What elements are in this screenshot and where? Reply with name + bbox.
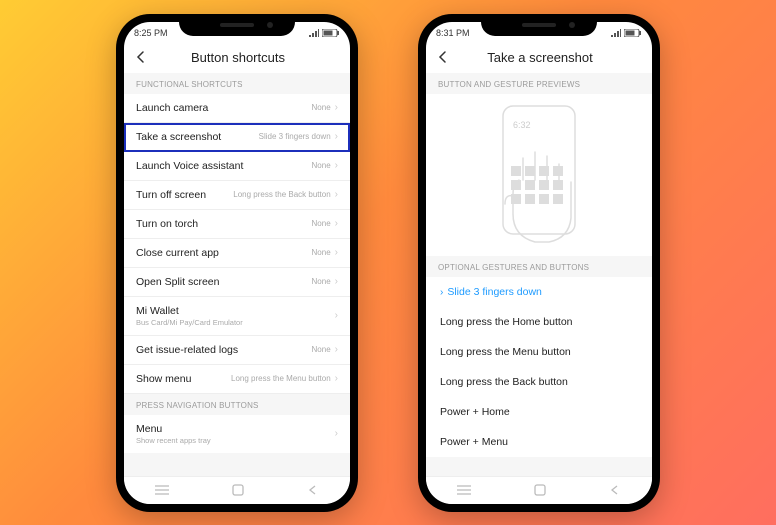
screen-left: 8:25 PM Button shortcuts FUNCTIONAL SHOR… [124,22,350,504]
nav-home-icon[interactable] [534,484,546,496]
option-label: Long press the Home button [440,316,573,328]
phone-left: 8:25 PM Button shortcuts FUNCTIONAL SHOR… [116,14,358,512]
section-functional-shortcuts: FUNCTIONAL SHORTCUTS [124,73,350,94]
row-value: None [312,277,331,287]
status-icons [309,29,340,37]
shortcut-row[interactable]: Turn off screen Long press the Back butto… [124,181,350,210]
shortcut-row[interactable]: Launch camera None › [124,94,350,123]
gesture-option[interactable]: Power + Home [426,397,652,427]
shortcut-row[interactable]: Get issue-related logs None › [124,336,350,365]
nav-menu-icon[interactable] [457,485,471,495]
row-label: Launch camera [136,102,208,114]
status-icons [611,29,642,37]
gesture-option[interactable]: › Slide 3 fingers down [426,277,652,307]
nav-back-icon[interactable] [307,484,319,496]
page-title: Take a screenshot [438,50,642,65]
shortcut-row[interactable]: Show menu Long press the Menu button › [124,365,350,394]
section-optional-gestures: OPTIONAL GESTURES AND BUTTONS [426,256,652,277]
nav-bar [124,476,350,504]
content-area: FUNCTIONAL SHORTCUTS Launch cameraNone›T… [124,73,350,476]
option-label: Power + Menu [440,436,508,448]
shortcut-row[interactable]: Mi WalletBus Card/Mi Pay/Card Emulator › [124,297,350,336]
chevron-right-icon: › [335,276,338,287]
chevron-right-icon: › [335,344,338,355]
content-area: BUTTON AND GESTURE PREVIEWS 6:32 [426,73,652,476]
status-time: 8:25 PM [134,28,168,38]
row-value: None [312,248,331,258]
option-label: Long press the Back button [440,376,568,388]
shortcut-list: Launch camera None › Take a screenshot Slide… [124,94,350,394]
page-title: Button shortcuts [136,50,340,65]
nav-home-icon[interactable] [232,484,244,496]
row-label: Menu [136,423,211,435]
chevron-right-icon: › [335,189,338,200]
row-value: None [312,219,331,229]
shortcut-row[interactable]: Close current app None › [124,239,350,268]
gesture-option-list: › Slide 3 fingers down Long press the Home… [426,277,652,457]
notch [179,14,295,36]
row-value: None [312,345,331,355]
status-time: 8:31 PM [436,28,470,38]
nav-button-list: MenuShow recent apps tray › [124,415,350,453]
selected-chevron-icon: › [440,287,443,298]
header: Take a screenshot [426,44,652,73]
option-label: Power + Home [440,406,510,418]
row-label: Get issue-related logs [136,344,238,356]
option-label: Slide 3 fingers down [447,286,542,298]
row-label: Show menu [136,373,191,385]
shortcut-row[interactable]: Open Split screen None › [124,268,350,297]
battery-icon [624,29,642,37]
row-value: None [312,161,331,171]
chevron-right-icon: › [335,218,338,229]
row-label: Launch Voice assistant [136,160,243,172]
chevron-right-icon: › [335,310,338,321]
header: Button shortcuts [124,44,350,73]
gesture-option[interactable]: Power + Menu [426,427,652,457]
row-label: Take a screenshot [136,131,221,143]
option-label: Long press the Menu button [440,346,571,358]
nav-bar [426,476,652,504]
screen-right: 8:31 PM Take a screenshot BUTTON AND GES… [426,22,652,504]
signal-icon [309,29,319,37]
chevron-right-icon: › [335,102,338,113]
chevron-right-icon: › [335,131,338,142]
row-label: Close current app [136,247,219,259]
row-sublabel: Bus Card/Mi Pay/Card Emulator [136,318,243,327]
battery-icon [322,29,340,37]
section-press-nav-buttons: PRESS NAVIGATION BUTTONS [124,394,350,415]
gesture-preview-illustration: 6:32 [469,100,609,250]
gesture-option[interactable]: Long press the Menu button [426,337,652,367]
row-label: Turn off screen [136,189,206,201]
section-previews: BUTTON AND GESTURE PREVIEWS [426,73,652,94]
row-label: Turn on torch [136,218,198,230]
shortcut-row[interactable]: Turn on torch None › [124,210,350,239]
gesture-option[interactable]: Long press the Back button [426,367,652,397]
row-label: Mi Wallet [136,305,243,317]
gesture-preview: 6:32 [426,94,652,256]
row-sublabel: Show recent apps tray [136,436,211,445]
row-value: None [312,103,331,113]
chevron-right-icon: › [335,247,338,258]
chevron-right-icon: › [335,160,338,171]
signal-icon [611,29,621,37]
nav-menu-icon[interactable] [155,485,169,495]
phone-right: 8:31 PM Take a screenshot BUTTON AND GES… [418,14,660,512]
gesture-option[interactable]: Long press the Home button [426,307,652,337]
row-value: Slide 3 fingers down [259,132,331,142]
shortcut-row[interactable]: MenuShow recent apps tray › [124,415,350,453]
chevron-right-icon: › [335,373,338,384]
shortcut-row[interactable]: Take a screenshot Slide 3 fingers down › [124,123,350,152]
row-value: Long press the Menu button [231,374,331,384]
nav-back-icon[interactable] [609,484,621,496]
shortcut-row[interactable]: Launch Voice assistant None › [124,152,350,181]
chevron-right-icon: › [335,428,338,439]
row-label: Open Split screen [136,276,219,288]
svg-text:6:32: 6:32 [513,120,531,130]
notch [481,14,597,36]
row-value: Long press the Back button [233,190,330,200]
